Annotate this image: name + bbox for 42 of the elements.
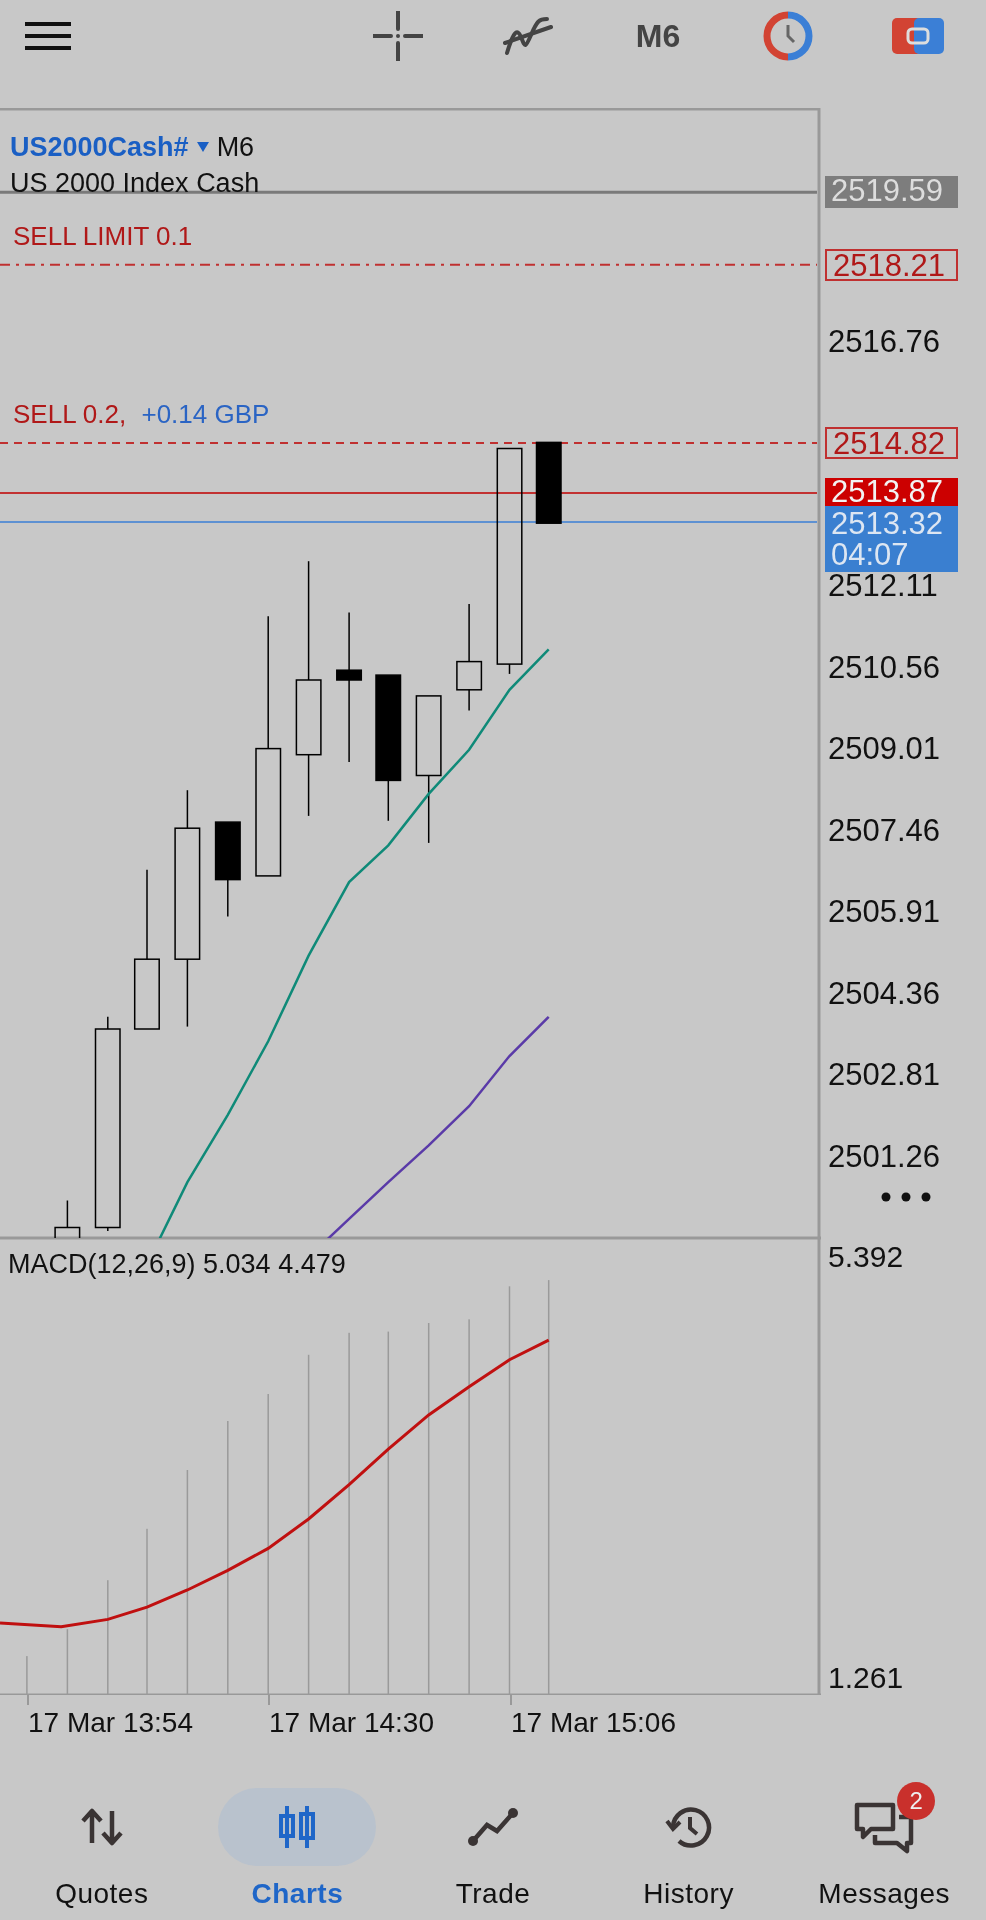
scale-label: 1.261 xyxy=(828,1663,904,1693)
symbol-name[interactable]: US2000Cash# xyxy=(10,133,189,161)
clock-icon[interactable] xyxy=(763,11,813,61)
price-badge: 2518.21 xyxy=(825,248,958,281)
timeframe-label: M6 xyxy=(216,133,255,161)
more-icon[interactable] xyxy=(881,1192,931,1202)
order-label: SELL LIMIT 0.1 xyxy=(13,220,193,251)
timeframe-button[interactable]: M6 xyxy=(635,20,681,52)
price-label: 2510.56 xyxy=(828,651,941,683)
nav-tab[interactable]: 2 Messages xyxy=(786,1778,982,1910)
profit-label: +0.14 GBP xyxy=(141,399,270,429)
time-label: 17 Mar 13:54 xyxy=(28,1707,193,1739)
candle xyxy=(54,1199,81,1238)
menu-icon[interactable] xyxy=(25,22,71,50)
indicator-label: MACD(12,26,9) 5.034 4.479 xyxy=(8,1251,346,1278)
crosshair-icon[interactable] xyxy=(373,11,423,61)
price-label: 2504.36 xyxy=(828,977,941,1009)
order-label: SELL 0.2, xyxy=(13,399,127,429)
nav-tab[interactable]: Quotes xyxy=(4,1778,200,1910)
price-label: 2512.11 xyxy=(828,570,938,601)
line-chart-icon xyxy=(467,1807,519,1847)
time-label: 17 Mar 15:06 xyxy=(511,1707,676,1739)
time-label: 17 Mar 14:30 xyxy=(269,1707,434,1739)
price-label: 2501.26 xyxy=(828,1140,941,1172)
toggle-icon[interactable] xyxy=(892,16,944,56)
scale-label: 5.392 xyxy=(828,1242,904,1272)
price-label: 2505.91 xyxy=(828,896,941,927)
caret-icon[interactable] xyxy=(196,142,209,152)
price-label: 2502.81 xyxy=(828,1059,941,1090)
countdown-label: 04:07 xyxy=(831,538,910,570)
price-label: 2507.46 xyxy=(828,814,941,846)
price-label: 2516.76 xyxy=(828,325,941,357)
up-down-arrows-icon xyxy=(79,1807,124,1847)
price-label: 2509.01 xyxy=(828,733,941,764)
price-label: 2513.32 xyxy=(831,507,945,539)
price-badge: 2514.82 xyxy=(825,427,958,459)
price-badge: 2519.59 xyxy=(825,176,958,209)
nav-tab[interactable]: History xyxy=(590,1778,787,1910)
price-badge: 2513.87 xyxy=(825,477,958,506)
nav-tab[interactable]: Trade xyxy=(395,1778,591,1910)
symbol-description: US 2000 Index Cash xyxy=(10,168,260,198)
notification-badge: 2 xyxy=(897,1782,936,1820)
